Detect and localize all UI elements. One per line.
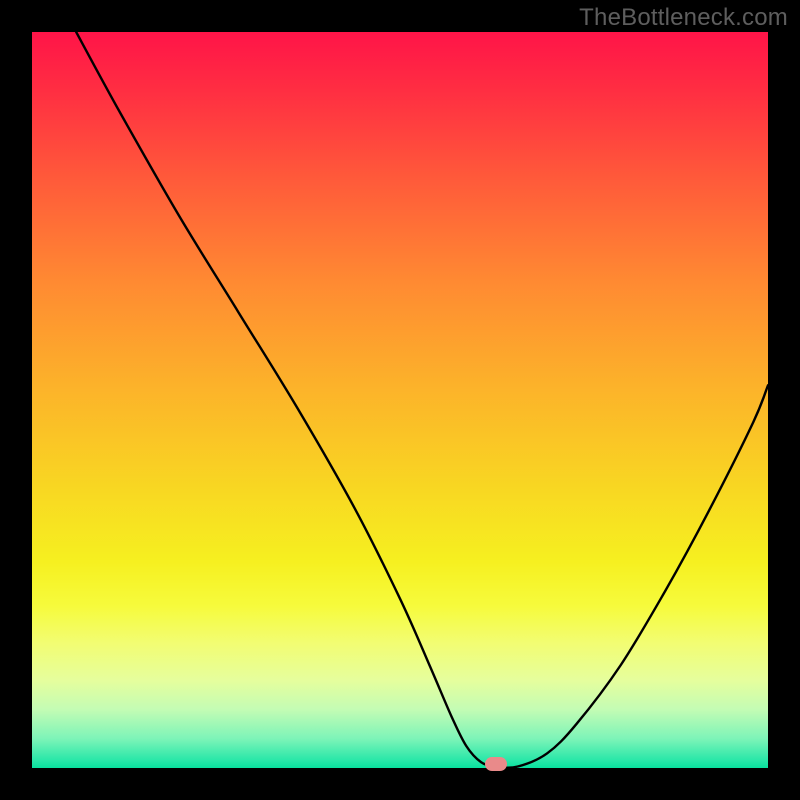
optimal-marker — [485, 757, 507, 771]
watermark-label: TheBottleneck.com — [579, 4, 788, 32]
chart-frame: TheBottleneck.com — [0, 0, 800, 800]
plot-area — [32, 32, 768, 768]
